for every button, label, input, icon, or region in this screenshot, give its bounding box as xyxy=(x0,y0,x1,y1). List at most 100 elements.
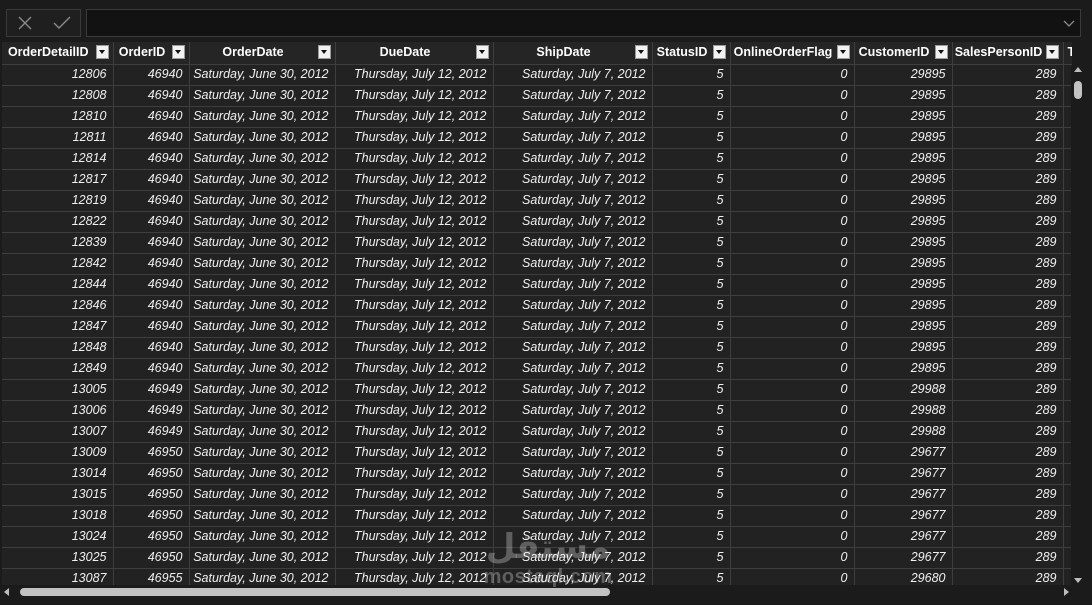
cell-orderdate[interactable]: Saturday, June 30, 2012 xyxy=(189,127,336,149)
close-icon[interactable] xyxy=(7,10,44,36)
cell-orderdate[interactable]: Saturday, June 30, 2012 xyxy=(189,568,336,585)
cell-orderdate[interactable]: Saturday, June 30, 2012 xyxy=(189,400,336,422)
cell-salespersonid[interactable]: 289 xyxy=(952,190,1064,212)
cell-customerid[interactable]: 29895 xyxy=(854,106,953,128)
column-header-orderdate[interactable]: OrderDate xyxy=(189,42,336,65)
cell-onlineorderflag[interactable]: 0 xyxy=(730,232,855,254)
cell-onlineorderflag[interactable]: 0 xyxy=(730,568,855,585)
cell-orderdetailid[interactable]: 12839 xyxy=(2,232,114,254)
cell-statusid[interactable]: 5 xyxy=(652,64,731,86)
cell-salespersonid[interactable]: 289 xyxy=(952,400,1064,422)
filter-dropdown-icon[interactable] xyxy=(1045,45,1059,59)
scroll-right-arrow-icon[interactable] xyxy=(1064,588,1069,596)
filter-dropdown-icon[interactable] xyxy=(317,45,331,59)
cell-shipdate[interactable]: Saturday, July 7, 2012 xyxy=(493,463,653,485)
cell-duedate[interactable]: Thursday, July 12, 2012 xyxy=(335,421,494,443)
cell-salespersonid[interactable]: 289 xyxy=(952,169,1064,191)
cell-duedate[interactable]: Thursday, July 12, 2012 xyxy=(335,211,494,233)
cell-shipdate[interactable]: Saturday, July 7, 2012 xyxy=(493,337,653,359)
cell-orderdate[interactable]: Saturday, June 30, 2012 xyxy=(189,295,336,317)
cell-orderdetailid[interactable]: 13014 xyxy=(2,463,114,485)
cell-salespersonid[interactable]: 289 xyxy=(952,568,1064,585)
cell-duedate[interactable]: Thursday, July 12, 2012 xyxy=(335,316,494,338)
cell-shipdate[interactable]: Saturday, July 7, 2012 xyxy=(493,211,653,233)
cell-statusid[interactable]: 5 xyxy=(652,106,731,128)
cell-orderdate[interactable]: Saturday, June 30, 2012 xyxy=(189,169,336,191)
cell-statusid[interactable]: 5 xyxy=(652,127,731,149)
cell-statusid[interactable]: 5 xyxy=(652,547,731,569)
column-header-ter[interactable]: Ter xyxy=(1063,42,1072,65)
cell-onlineorderflag[interactable]: 0 xyxy=(730,295,855,317)
table-row[interactable]: 12808 46940 Saturday, June 30, 2012 Thursda… xyxy=(2,85,1072,107)
scroll-down-arrow-icon[interactable] xyxy=(1074,578,1082,583)
cell-customerid[interactable]: 29895 xyxy=(854,169,953,191)
cell-orderid[interactable]: 46940 xyxy=(113,253,190,275)
cell-customerid[interactable]: 29895 xyxy=(854,85,953,107)
filter-dropdown-icon[interactable] xyxy=(712,45,726,59)
cell-statusid[interactable]: 5 xyxy=(652,358,731,380)
table-row[interactable]: 12814 46940 Saturday, June 30, 2012 Thursda… xyxy=(2,148,1072,170)
cell-shipdate[interactable]: Saturday, July 7, 2012 xyxy=(493,421,653,443)
cell-orderdetailid[interactable]: 12848 xyxy=(2,337,114,359)
cell-onlineorderflag[interactable]: 0 xyxy=(730,505,855,527)
cell-customerid[interactable]: 29988 xyxy=(854,379,953,401)
cell-shipdate[interactable]: Saturday, July 7, 2012 xyxy=(493,64,653,86)
cell-orderid[interactable]: 46940 xyxy=(113,64,190,86)
column-header-customerid[interactable]: CustomerID xyxy=(854,42,953,65)
cell-shipdate[interactable]: Saturday, July 7, 2012 xyxy=(493,568,653,585)
table-row[interactable]: 13006 46949 Saturday, June 30, 2012 Thursda… xyxy=(2,400,1072,422)
cell-shipdate[interactable]: Saturday, July 7, 2012 xyxy=(493,85,653,107)
cell-shipdate[interactable]: Saturday, July 7, 2012 xyxy=(493,169,653,191)
cell-statusid[interactable]: 5 xyxy=(652,232,731,254)
table-row[interactable]: 13007 46949 Saturday, June 30, 2012 Thursda… xyxy=(2,421,1072,443)
cell-customerid[interactable]: 29677 xyxy=(854,442,953,464)
filter-dropdown-icon[interactable] xyxy=(836,45,850,59)
cell-customerid[interactable]: 29677 xyxy=(854,505,953,527)
cell-duedate[interactable]: Thursday, July 12, 2012 xyxy=(335,127,494,149)
cell-orderdate[interactable]: Saturday, June 30, 2012 xyxy=(189,358,336,380)
vertical-scroll-thumb[interactable] xyxy=(1074,81,1082,99)
cell-orderid[interactable]: 46949 xyxy=(113,400,190,422)
cell-salespersonid[interactable]: 289 xyxy=(952,505,1064,527)
cell-orderid[interactable]: 46940 xyxy=(113,232,190,254)
cell-orderdetailid[interactable]: 12822 xyxy=(2,211,114,233)
cell-orderid[interactable]: 46940 xyxy=(113,169,190,191)
table-row[interactable]: 13015 46950 Saturday, June 30, 2012 Thursda… xyxy=(2,484,1072,506)
cell-shipdate[interactable]: Saturday, July 7, 2012 xyxy=(493,316,653,338)
cell-orderid[interactable]: 46940 xyxy=(113,106,190,128)
cell-customerid[interactable]: 29677 xyxy=(854,484,953,506)
cell-shipdate[interactable]: Saturday, July 7, 2012 xyxy=(493,484,653,506)
cell-duedate[interactable]: Thursday, July 12, 2012 xyxy=(335,463,494,485)
cell-orderid[interactable]: 46940 xyxy=(113,358,190,380)
scroll-up-arrow-icon[interactable] xyxy=(1074,67,1082,72)
cell-customerid[interactable]: 29895 xyxy=(854,211,953,233)
cell-onlineorderflag[interactable]: 0 xyxy=(730,463,855,485)
cell-duedate[interactable]: Thursday, July 12, 2012 xyxy=(335,400,494,422)
cell-statusid[interactable]: 5 xyxy=(652,421,731,443)
cell-orderid[interactable]: 46950 xyxy=(113,442,190,464)
column-header-shipdate[interactable]: ShipDate xyxy=(493,42,653,65)
cell-orderid[interactable]: 46950 xyxy=(113,463,190,485)
cell-duedate[interactable]: Thursday, July 12, 2012 xyxy=(335,274,494,296)
cell-customerid[interactable]: 29895 xyxy=(854,337,953,359)
cell-orderdetailid[interactable]: 12808 xyxy=(2,85,114,107)
cell-orderdate[interactable]: Saturday, June 30, 2012 xyxy=(189,190,336,212)
cell-duedate[interactable]: Thursday, July 12, 2012 xyxy=(335,148,494,170)
chevron-down-icon[interactable] xyxy=(1062,16,1076,35)
cell-customerid[interactable]: 29677 xyxy=(854,547,953,569)
cell-orderdate[interactable]: Saturday, June 30, 2012 xyxy=(189,526,336,548)
cell-customerid[interactable]: 29677 xyxy=(854,463,953,485)
column-header-orderid[interactable]: OrderID xyxy=(113,42,190,65)
cell-orderdetailid[interactable]: 13018 xyxy=(2,505,114,527)
cell-onlineorderflag[interactable]: 0 xyxy=(730,148,855,170)
cell-customerid[interactable]: 29895 xyxy=(854,358,953,380)
cell-onlineorderflag[interactable]: 0 xyxy=(730,106,855,128)
cell-customerid[interactable]: 29895 xyxy=(854,253,953,275)
column-header-statusid[interactable]: StatusID xyxy=(652,42,731,65)
cell-orderdate[interactable]: Saturday, June 30, 2012 xyxy=(189,106,336,128)
cell-duedate[interactable]: Thursday, July 12, 2012 xyxy=(335,379,494,401)
table-row[interactable]: 12849 46940 Saturday, June 30, 2012 Thursda… xyxy=(2,358,1072,380)
cell-customerid[interactable]: 29895 xyxy=(854,190,953,212)
cell-orderid[interactable]: 46955 xyxy=(113,568,190,585)
cell-customerid[interactable]: 29895 xyxy=(854,232,953,254)
